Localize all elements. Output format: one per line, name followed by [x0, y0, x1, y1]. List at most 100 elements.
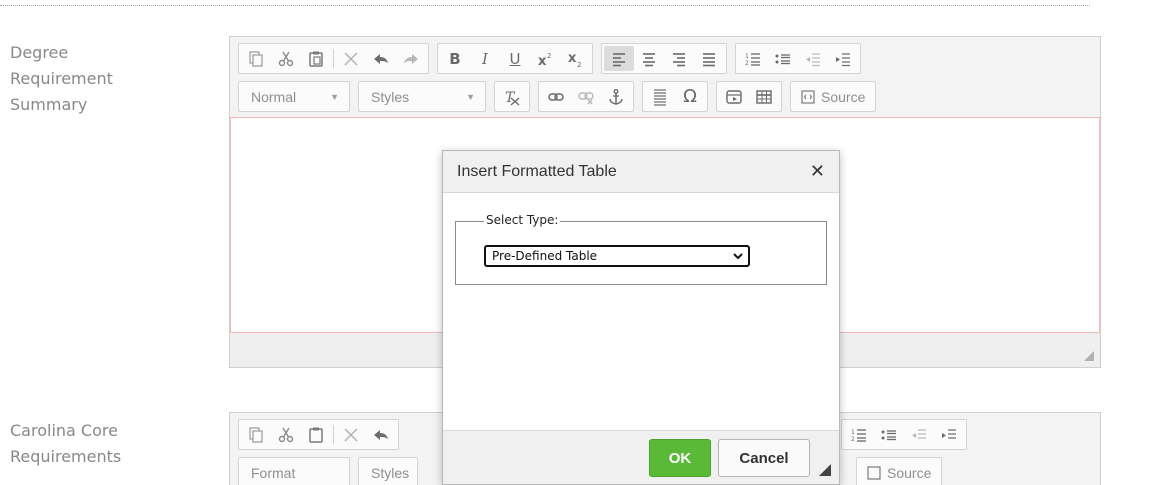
- source-button[interactable]: Source: [790, 81, 877, 112]
- bold-button[interactable]: B: [440, 46, 470, 71]
- toolbar-row-2: Normal ▼ Styles ▼ T Ω Source: [238, 79, 1092, 114]
- bold-icon: B: [449, 49, 461, 68]
- label-line: Requirements: [10, 447, 122, 466]
- paragraph-format-combo[interactable]: Normal ▼: [238, 81, 350, 112]
- paragraph-format-combo[interactable]: Format: [238, 457, 350, 485]
- source-icon: [867, 465, 881, 480]
- label-line: Degree: [10, 43, 69, 62]
- alignment-group: [601, 43, 727, 74]
- numbered-list-button[interactable]: 12: [738, 46, 768, 71]
- chevron-down-icon: ▼: [330, 91, 339, 102]
- unlink-icon: [578, 91, 594, 104]
- cancel-button[interactable]: Cancel: [718, 439, 810, 477]
- unlink-button[interactable]: [571, 84, 601, 109]
- align-center-button[interactable]: [634, 46, 664, 71]
- table-type-select[interactable]: Pre-Defined Table: [484, 245, 750, 267]
- indent-icon: [942, 428, 956, 439]
- insert-formatted-table-button[interactable]: [719, 84, 749, 109]
- copy-button[interactable]: [241, 422, 271, 447]
- bulleted-list-button[interactable]: [768, 46, 798, 71]
- paste-button[interactable]: [301, 422, 331, 447]
- close-icon[interactable]: ✕: [810, 161, 825, 182]
- indent-button[interactable]: [828, 46, 858, 71]
- source-label: Source: [821, 88, 866, 105]
- select-type-fieldset: Select Type: Pre-Defined Table: [455, 213, 827, 285]
- label-line: Requirement: [10, 69, 113, 88]
- redo-arrow-icon: [404, 53, 418, 64]
- align-center-icon: [643, 52, 655, 66]
- outdent-button[interactable]: [798, 46, 828, 71]
- numbered-list-icon: 12: [745, 53, 760, 67]
- copy-icon: [249, 50, 263, 67]
- align-left-icon: [613, 52, 625, 66]
- styles-combo-value: Styles: [371, 88, 410, 105]
- bulleted-list-icon: [775, 53, 790, 64]
- numbered-list-button[interactable]: 12: [844, 422, 874, 447]
- dialog-resize-grip-icon[interactable]: [819, 464, 831, 476]
- remove-format-x-icon: [344, 52, 358, 65]
- bulleted-list-button[interactable]: [874, 422, 904, 447]
- ok-button[interactable]: OK: [649, 439, 711, 477]
- svg-text:1: 1: [745, 53, 749, 60]
- redo-button[interactable]: [396, 46, 426, 71]
- justify-icon: [703, 52, 715, 66]
- table-button[interactable]: [749, 84, 779, 109]
- dialog-title-bar[interactable]: Insert Formatted Table ✕: [443, 151, 839, 193]
- table-group: [716, 81, 782, 112]
- remove-format-button[interactable]: T: [497, 84, 527, 109]
- remove-button[interactable]: [336, 422, 366, 447]
- chevron-down-icon: [733, 253, 743, 260]
- table-icon: [756, 89, 772, 104]
- styles-combo[interactable]: Styles: [358, 457, 418, 485]
- svg-text:T: T: [505, 90, 516, 106]
- bulleted-list-icon: [881, 429, 896, 440]
- special-character-button[interactable]: Ω: [675, 84, 705, 109]
- align-right-button[interactable]: [664, 46, 694, 71]
- undo-button[interactable]: [366, 422, 396, 447]
- source-button[interactable]: Source: [856, 457, 943, 485]
- anchor-button[interactable]: [601, 84, 631, 109]
- italic-button[interactable]: I: [470, 46, 500, 71]
- horizontal-rule-button[interactable]: [645, 84, 675, 109]
- underline-button[interactable]: U: [500, 46, 530, 71]
- copy-button[interactable]: [241, 46, 271, 71]
- links-group: [538, 81, 634, 112]
- link-button[interactable]: [541, 84, 571, 109]
- carolina-core-requirements-label: Carolina Core Requirements: [10, 418, 121, 470]
- cut-button[interactable]: [271, 422, 301, 447]
- remove-format-icon: T: [505, 90, 520, 106]
- indent-button[interactable]: [934, 422, 964, 447]
- label-line: Carolina Core: [10, 421, 118, 440]
- paste-button[interactable]: [301, 46, 331, 71]
- svg-text:2: 2: [745, 60, 749, 67]
- degree-requirement-summary-label: Degree Requirement Summary: [10, 40, 113, 118]
- editor-toolbar: B I U x2 x2 12 Normal ▼ Styles ▼ T Ω Sou…: [230, 37, 1100, 114]
- remove-button[interactable]: [336, 46, 366, 71]
- toolbar-row-1: B I U x2 x2 12: [238, 41, 1092, 76]
- superscript-icon: x2: [538, 52, 551, 68]
- dialog-title: Insert Formatted Table: [457, 162, 617, 180]
- svg-text:2: 2: [851, 436, 855, 443]
- cut-button[interactable]: [271, 46, 301, 71]
- styles-combo[interactable]: Styles ▼: [358, 81, 486, 112]
- subscript-button[interactable]: x2: [560, 46, 590, 71]
- format-combo-value: Format: [251, 464, 296, 481]
- styles-combo-value: Styles: [371, 464, 410, 481]
- table-type-value: Pre-Defined Table: [492, 249, 598, 263]
- outdent-button[interactable]: [904, 422, 934, 447]
- indent-icon: [836, 52, 850, 66]
- link-icon: [548, 92, 564, 101]
- justify-button[interactable]: [694, 46, 724, 71]
- undo-button[interactable]: [366, 46, 396, 71]
- align-left-button[interactable]: [604, 46, 634, 71]
- svg-text:2: 2: [577, 61, 581, 68]
- list-group: 12: [841, 419, 967, 450]
- svg-text:1: 1: [851, 429, 855, 436]
- basic-styles-group: B I U x2 x2: [437, 43, 593, 74]
- resize-grip-icon[interactable]: [1084, 351, 1094, 361]
- superscript-button[interactable]: x2: [530, 46, 560, 71]
- svg-text:2: 2: [547, 52, 551, 60]
- omega-icon: Ω: [683, 86, 697, 107]
- format-combo-value: Normal: [251, 88, 297, 105]
- clipboard-icon: [309, 51, 323, 67]
